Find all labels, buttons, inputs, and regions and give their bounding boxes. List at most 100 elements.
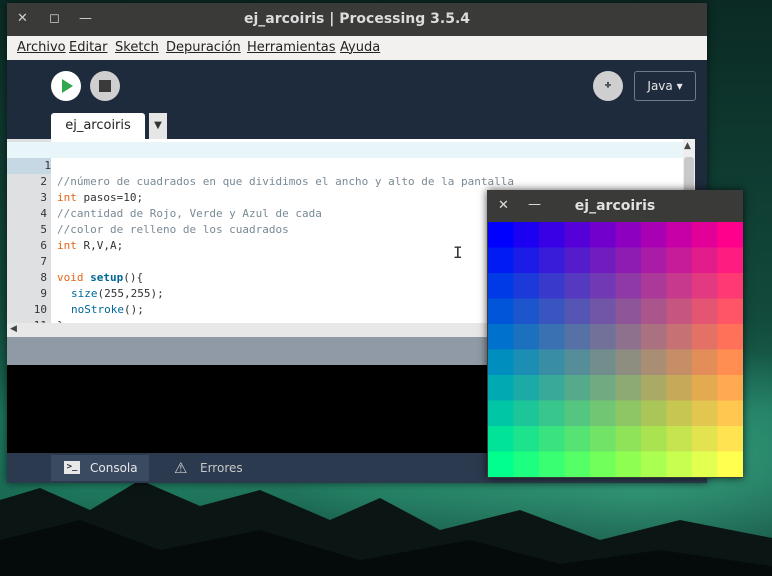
color-cell (641, 400, 667, 427)
color-cell (590, 426, 616, 452)
sketch-title-bar: ✕ — ej_arcoiris (487, 190, 743, 222)
color-cell (590, 451, 616, 477)
code-line[interactable]: 2 int pasos=10; (7, 158, 695, 204)
color-cell (666, 400, 693, 427)
color-cell (666, 247, 693, 274)
desktop-mountains (0, 480, 772, 576)
color-cell (513, 324, 540, 350)
color-cell (564, 222, 591, 248)
mode-selector[interactable]: Java ▾ (634, 71, 696, 101)
code-line[interactable]: 1 //número de cuadrados en que dividimos… (7, 142, 695, 188)
color-cell (513, 426, 540, 452)
color-cell (692, 273, 718, 299)
tab-consola-label: Consola (90, 461, 138, 475)
color-cell (615, 222, 642, 248)
color-cell (666, 324, 693, 350)
tab-consola[interactable]: >_ Consola (51, 455, 149, 481)
color-cell (488, 426, 514, 452)
color-cell (615, 400, 642, 427)
color-cell (539, 400, 565, 427)
color-cell (692, 247, 718, 274)
tab-menu-arrow[interactable]: ▼ (149, 113, 167, 139)
tab-ej-arcoiris[interactable]: ej_arcoiris (51, 113, 145, 139)
stop-button[interactable] (90, 71, 120, 101)
color-cell (615, 349, 642, 376)
color-cell (564, 400, 591, 427)
toolbar: ᛭ Java ▾ (7, 60, 707, 112)
color-cell (590, 375, 616, 401)
color-cell (717, 451, 743, 477)
color-cell (615, 273, 642, 299)
color-cell (513, 273, 540, 299)
menu-archivo[interactable]: Archivo (17, 40, 66, 55)
menu-depuracion[interactable]: Depuración (166, 40, 241, 55)
color-cell (717, 400, 743, 427)
color-cell (615, 375, 642, 401)
color-cell (539, 349, 565, 376)
color-cell (666, 451, 693, 477)
color-cell (717, 375, 743, 401)
color-cell (641, 349, 667, 376)
color-cell (615, 324, 642, 350)
color-cell (539, 298, 565, 325)
color-cell (513, 222, 540, 248)
menu-bar: Archivo Editar Sketch Depuración Herrami… (7, 36, 707, 60)
menu-herramientas[interactable]: Herramientas (247, 40, 336, 55)
color-cell (564, 324, 591, 350)
color-cell (641, 451, 667, 477)
color-cell (539, 273, 565, 299)
tab-errores[interactable]: ⚠ Errores (163, 455, 263, 481)
sketch-canvas[interactable] (488, 222, 743, 477)
color-cell (488, 222, 514, 248)
color-cell (590, 324, 616, 350)
color-cell (564, 273, 591, 299)
color-cell (539, 426, 565, 452)
color-cell (488, 349, 514, 376)
color-cell (488, 298, 514, 325)
color-cell (717, 349, 743, 376)
color-cell (564, 349, 591, 376)
color-cell (641, 247, 667, 274)
color-cell (513, 349, 540, 376)
menu-editar[interactable]: Editar (69, 40, 108, 55)
color-cell (513, 400, 540, 427)
debug-button[interactable]: ᛭ (593, 71, 623, 101)
color-cell (564, 375, 591, 401)
color-cell (564, 451, 591, 477)
color-cell (615, 247, 642, 274)
color-cell (564, 247, 591, 274)
color-cell (488, 247, 514, 274)
sketch-window-title: ej_arcoiris (574, 198, 656, 214)
color-cell (666, 273, 693, 299)
menu-ayuda[interactable]: Ayuda (340, 40, 380, 55)
color-cell (513, 247, 540, 274)
color-cell (564, 298, 591, 325)
color-cell (666, 298, 693, 325)
color-cell (666, 349, 693, 376)
color-cell (666, 222, 693, 248)
code-line[interactable]: 3 //cantidad de Rojo, Verde y Azul de ca… (7, 174, 695, 220)
color-cell (717, 247, 743, 274)
color-cell (692, 426, 718, 452)
window-title: ej_arcoiris | Processing 3.5.4 (243, 11, 471, 27)
color-cell (590, 349, 616, 376)
color-cell (692, 451, 718, 477)
menu-sketch[interactable]: Sketch (115, 40, 159, 55)
scroll-left-icon[interactable]: ◀ (10, 324, 17, 334)
color-cell (717, 298, 743, 325)
color-cell (692, 222, 718, 248)
terminal-icon: >_ (64, 461, 80, 474)
color-cell (692, 375, 718, 401)
color-cell (513, 298, 540, 325)
butterfly-icon: ᛭ (602, 76, 614, 96)
color-cell (641, 426, 667, 452)
run-button[interactable] (51, 71, 81, 101)
color-cell (615, 426, 642, 452)
color-cell (717, 324, 743, 350)
color-cell (641, 298, 667, 325)
color-cell (666, 375, 693, 401)
scroll-up-icon[interactable]: ▲ (684, 141, 691, 151)
color-cell (641, 324, 667, 350)
color-cell (539, 247, 565, 274)
color-cell (488, 273, 514, 299)
